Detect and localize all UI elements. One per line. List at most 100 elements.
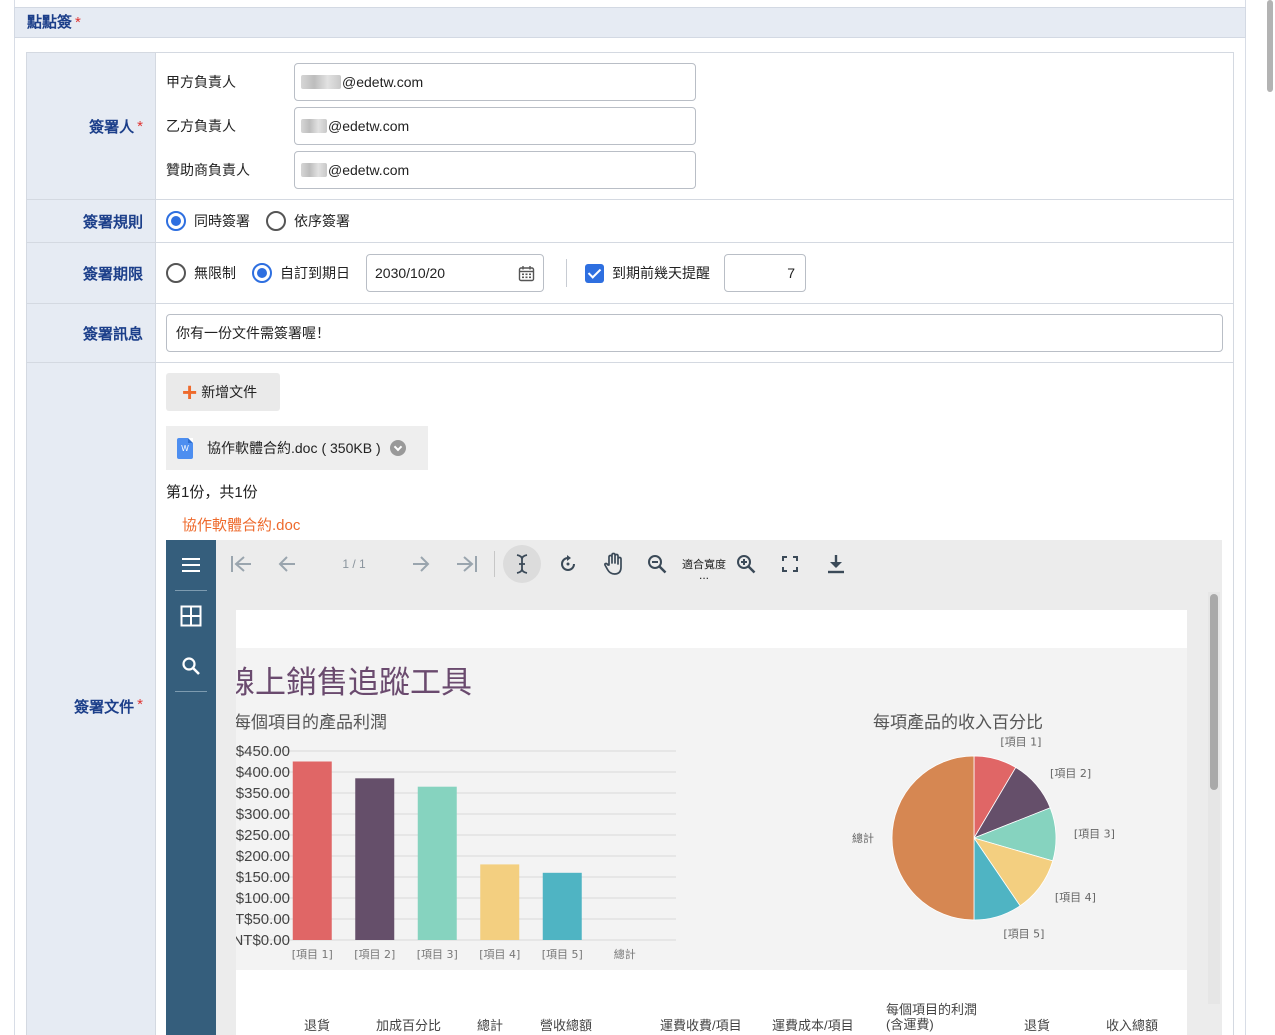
table-header-cell: 運費成本/項目 xyxy=(772,1018,854,1033)
pie-label: 總計 xyxy=(852,831,874,845)
previous-page-icon[interactable] xyxy=(264,544,310,584)
radio-simultaneous[interactable]: 同時簽署 xyxy=(166,211,250,231)
viewer-scrollbar[interactable] xyxy=(1208,592,1220,1004)
pie-label: [項目 1] xyxy=(1000,736,1041,749)
text-select-icon[interactable] xyxy=(503,545,541,583)
viewer-sidebar xyxy=(166,540,216,1035)
signer-role: 贊助商負責人 xyxy=(166,162,250,178)
redacted-name xyxy=(301,75,341,89)
table-header-cell: 加成百分比 xyxy=(376,1018,442,1033)
y-tick-label: NT$50.00 xyxy=(236,911,290,928)
calendar-icon[interactable] xyxy=(518,265,535,282)
table-header-cell: 運費收費/項目 xyxy=(660,1018,742,1033)
reminder-checkbox[interactable] xyxy=(585,263,604,283)
tab-document[interactable]: 協作軟體合約.doc xyxy=(166,515,317,543)
due-date-field[interactable]: 2030/10/20 xyxy=(366,254,544,292)
deadline-label: 簽署期限 xyxy=(27,243,156,303)
y-tick-label: $200.00 xyxy=(236,848,290,865)
radio-unlimited[interactable]: 無限制 xyxy=(166,263,236,283)
file-chip[interactable]: W 協作軟體合約.doc ( 350KB ) xyxy=(166,426,428,470)
bar xyxy=(480,864,520,940)
signer-email-field[interactable]: @edetw.com xyxy=(294,151,696,189)
first-page-icon[interactable] xyxy=(218,544,264,584)
rule-label: 簽署規則 xyxy=(27,200,156,242)
pie-label: [項目 5] xyxy=(1003,928,1044,941)
bar xyxy=(292,761,332,940)
table-header-cell: 收入總額 xyxy=(1106,1018,1159,1033)
zoom-select[interactable]: 適合寬度... xyxy=(677,556,731,582)
radio-button[interactable] xyxy=(266,211,286,231)
document-tabs: 協作軟體合約.doc xyxy=(166,515,1223,543)
page-scrollbar[interactable] xyxy=(1262,0,1275,1035)
table-header-cell: 總計 xyxy=(477,1018,504,1033)
plus-icon: + xyxy=(182,377,198,407)
table-header-cell: 營收總額 xyxy=(540,1018,593,1033)
bar xyxy=(355,778,395,940)
table-header-cell: 每個項目的利潤 (含運費) xyxy=(886,1002,978,1032)
page-indicator[interactable]: 1 / 1 xyxy=(310,557,398,571)
pie-label: [項目 2] xyxy=(1050,767,1091,780)
radio-sequential[interactable]: 依序簽署 xyxy=(266,211,350,231)
signer-row: 贊助商負責人 @edetw.com xyxy=(166,151,1223,189)
bar xyxy=(542,872,582,940)
signer-role: 甲方負責人 xyxy=(166,74,236,90)
zoom-out-icon[interactable] xyxy=(637,544,677,584)
chevron-down-icon[interactable] xyxy=(389,440,406,456)
y-tick-label: NT$0.00 xyxy=(236,932,290,949)
signer-row: 乙方負責人 @edetw.com xyxy=(166,107,1223,145)
reminder-days-input[interactable]: 7 xyxy=(724,254,806,292)
radio-button[interactable] xyxy=(166,263,186,283)
deadline-row: 簽署期限 無限制 自訂到期日 2030/10/20 到期前幾天提醒 7 xyxy=(27,243,1233,304)
x-tick-label: [項目 2] xyxy=(354,948,395,961)
pie-slice xyxy=(891,755,975,921)
file-name: 協作軟體合約.doc xyxy=(207,440,318,456)
toolbar-divider xyxy=(494,551,495,577)
document-page: 線上銷售追蹤工具 每個項目的產品利潤 每項產品的收入百分比 NT$0.00NT$… xyxy=(236,610,1187,1035)
y-tick-label: $450.00 xyxy=(236,743,290,760)
thumbnails-icon[interactable] xyxy=(166,591,216,641)
message-row: 簽署訊息 你有一份文件需簽署喔！ xyxy=(27,304,1233,363)
add-document-button[interactable]: + 新增文件 xyxy=(166,373,280,411)
page-scrollbar-thumb[interactable] xyxy=(1267,0,1273,92)
x-tick-label: [項目 1] xyxy=(292,948,333,961)
table-header: : 退貨 加成百分比 總計 營收總額 運費收費/項目 運費成本/項目 每個項目的… xyxy=(236,1002,1187,1035)
divider xyxy=(566,259,567,287)
redacted-name xyxy=(301,119,327,133)
file-size: ( 350KB ) xyxy=(321,440,381,456)
radio-button-selected[interactable] xyxy=(252,263,272,283)
y-tick-label: $100.00 xyxy=(236,890,290,907)
last-page-icon[interactable] xyxy=(444,544,490,584)
search-icon[interactable] xyxy=(166,641,216,691)
radio-button-selected[interactable] xyxy=(166,211,186,231)
signer-role: 乙方負責人 xyxy=(166,118,236,134)
x-tick-label: [項目 4] xyxy=(479,948,520,961)
zoom-in-icon[interactable] xyxy=(731,544,761,584)
page: 點點簽 * 簽署人 * 甲方負責人 @edetw.com 乙方負責人 @edetw.… xyxy=(0,0,1275,1035)
signer-row: 甲方負責人 @edetw.com xyxy=(166,63,1223,101)
viewer-scrollbar-thumb[interactable] xyxy=(1210,594,1218,790)
message-input[interactable]: 你有一份文件需簽署喔！ xyxy=(166,314,1223,352)
documents-label: 簽署文件 * xyxy=(27,363,156,1035)
pie-label: [項目 4] xyxy=(1055,891,1096,904)
next-page-icon[interactable] xyxy=(398,544,444,584)
x-tick-label: 總計 xyxy=(614,947,636,961)
document-count: 第1份，共1份 xyxy=(166,484,258,501)
rotate-icon[interactable] xyxy=(545,544,591,584)
hand-tool-icon[interactable] xyxy=(591,544,637,584)
section-header: 點點簽 * xyxy=(14,7,1246,38)
y-tick-label: $350.00 xyxy=(236,785,290,802)
menu-icon[interactable] xyxy=(166,540,216,590)
y-tick-label: $250.00 xyxy=(236,827,290,844)
table-header-cell: 退貨 xyxy=(1024,1018,1051,1033)
bar xyxy=(417,786,457,940)
download-icon[interactable] xyxy=(813,544,859,584)
signers-label: 簽署人 * xyxy=(27,53,156,199)
section-title: 點點簽 xyxy=(27,14,73,31)
signer-email-field[interactable]: @edetw.com xyxy=(294,63,696,101)
message-label: 簽署訊息 xyxy=(27,304,156,362)
signers-row: 簽署人 * 甲方負責人 @edetw.com 乙方負責人 @edetw.com 贊… xyxy=(27,53,1233,200)
document-viewer: 1 / 1 適合寬度... 線上銷售追蹤工具 每個項目的產品利潤 每項產品的收入… xyxy=(166,540,1222,1035)
fullscreen-icon[interactable] xyxy=(767,544,813,584)
signer-email-field[interactable]: @edetw.com xyxy=(294,107,696,145)
radio-custom-date[interactable]: 自訂到期日 xyxy=(252,263,350,283)
